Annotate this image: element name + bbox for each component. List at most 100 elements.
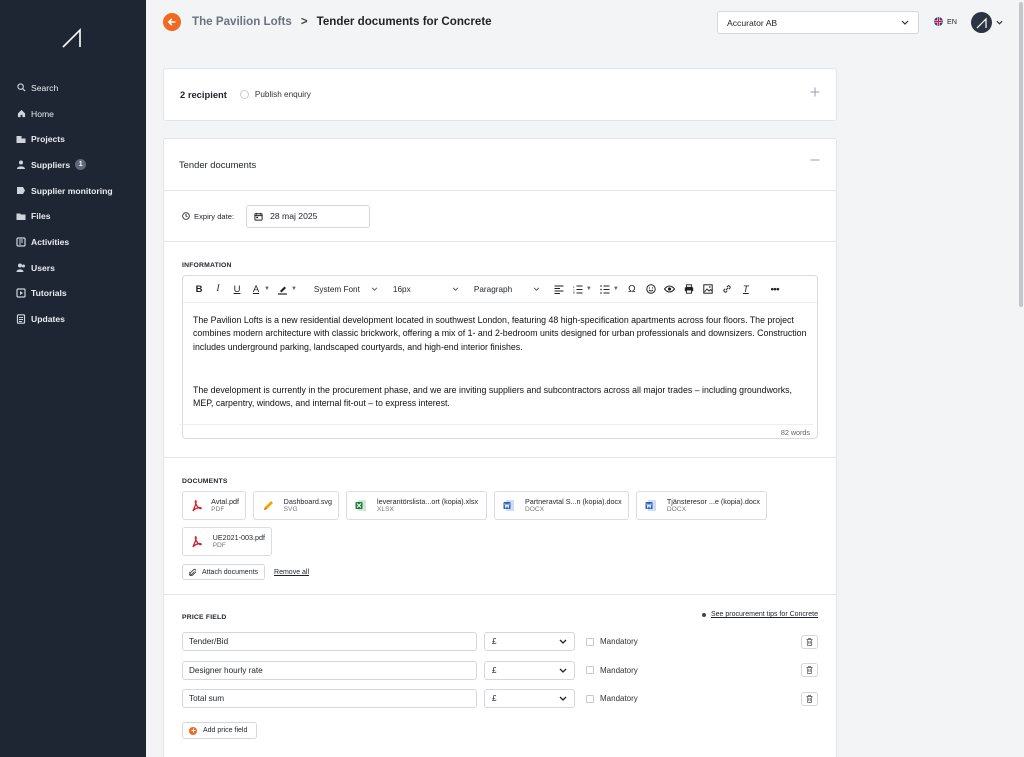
information-section: INFORMATION B I U A ▼ ▼ System Font 16px <box>164 242 836 458</box>
logo-icon[interactable] <box>62 28 84 48</box>
remove-all-link[interactable]: Remove all <box>274 569 309 576</box>
chevron-down-icon[interactable]: ▼ <box>291 286 297 292</box>
document-type: PDF <box>212 541 226 549</box>
clear-formatting-icon[interactable]: T <box>738 281 754 297</box>
font-family-select[interactable]: System Font <box>310 281 382 297</box>
mandatory-toggle[interactable]: Mandatory <box>586 666 638 675</box>
sidebar-item-updates[interactable]: Updates <box>16 306 142 332</box>
mandatory-toggle[interactable]: Mandatory <box>586 694 638 703</box>
editor-content[interactable]: The Pavilion Lofts is a new residential … <box>183 303 817 410</box>
sidebar-item-search[interactable]: Search <box>16 75 142 101</box>
document-item[interactable]: Partneravtal S...n (kopia).docx DOCX <box>494 491 629 520</box>
sidebar-item-label: Projects <box>31 134 65 145</box>
image-icon[interactable] <box>700 281 716 297</box>
currency-value: £ <box>492 665 497 675</box>
align-left-icon[interactable] <box>551 281 567 297</box>
documents-section: DOCUMENTS Avtal.pdf PDF Dashboard.svg SVG … <box>164 458 836 595</box>
preview-eye-icon[interactable] <box>662 281 678 297</box>
attach-documents-button[interactable]: Attach documents <box>182 564 266 580</box>
clock-icon <box>182 212 190 220</box>
price-field-name-input[interactable]: Tender/Bid <box>182 632 477 651</box>
scrollbar[interactable] <box>1018 0 1024 757</box>
print-icon[interactable] <box>681 281 697 297</box>
document-item[interactable]: Avtal.pdf PDF <box>182 491 246 520</box>
uk-flag-icon <box>934 17 943 26</box>
tender-documents-card: Tender documents Expiry date: 28 maj 202… <box>163 138 837 757</box>
sidebar-item-tutorials[interactable]: Tutorials <box>16 281 142 307</box>
block-format-select[interactable]: Paragraph <box>470 281 544 297</box>
price-field-name-input[interactable]: Total sum <box>182 689 477 708</box>
mandatory-checkbox[interactable] <box>586 666 594 674</box>
sidebar-item-projects[interactable]: Projects <box>16 126 142 152</box>
sidebar-item-label: Home <box>31 108 54 119</box>
document-actions: Attach documents Remove all <box>182 564 818 580</box>
procurement-tips-link[interactable]: See procurement tips for Concrete <box>702 611 818 618</box>
recipient-count[interactable]: 2 recipient <box>180 89 227 100</box>
rich-text-editor[interactable]: B I U A ▼ ▼ System Font 16px Paragraph 1… <box>179 275 818 439</box>
document-item[interactable]: leverantörslista...ort (kopia).xlsx XLSX <box>346 491 487 520</box>
price-field-list: Tender/Bid £ Mandatory Designer hourly r… <box>182 632 818 708</box>
mandatory-toggle[interactable]: Mandatory <box>586 637 638 646</box>
delete-price-field-button[interactable] <box>801 634 818 649</box>
sidebar-item-label: Suppliers <box>31 159 71 170</box>
emoji-icon[interactable] <box>643 281 659 297</box>
mandatory-checkbox[interactable] <box>586 637 594 646</box>
currency-select[interactable]: £ <box>484 660 575 680</box>
language-switcher[interactable]: EN <box>934 17 957 26</box>
breadcrumb-parent[interactable]: The Pavilion Lofts <box>192 15 292 28</box>
page-title: Tender documents for Concrete <box>316 15 492 28</box>
link-icon[interactable] <box>719 281 735 297</box>
collapse-icon[interactable] <box>810 159 820 161</box>
documents-list: Avtal.pdf PDF Dashboard.svg SVG leverantör… <box>182 491 782 556</box>
price-field-name-input[interactable]: Designer hourly rate <box>182 660 477 680</box>
price-field-name: Designer hourly rate <box>189 665 263 675</box>
sidebar-item-supplier-monitoring[interactable]: Supplier monitoring <box>16 178 142 204</box>
section-title: Tender documents <box>179 159 257 170</box>
underline-icon[interactable]: U <box>229 281 245 297</box>
font-size-select[interactable]: 16px <box>389 281 463 297</box>
document-item[interactable]: UE2021-003.pdf PDF <box>182 527 272 556</box>
more-icon[interactable]: ••• <box>767 281 783 297</box>
monitoring-icon <box>16 186 26 196</box>
document-item[interactable]: Dashboard.svg SVG <box>253 491 339 520</box>
sidebar-item-activities[interactable]: Activities <box>16 229 142 255</box>
text-color-icon[interactable]: A <box>248 281 264 297</box>
add-price-field-label: Add price field <box>203 727 248 734</box>
chevron-down-icon <box>533 287 540 291</box>
sidebar-item-suppliers[interactable]: Suppliers 1 <box>16 152 142 178</box>
highlight-icon[interactable] <box>275 281 291 297</box>
company-select[interactable]: Accurator AB <box>717 11 919 34</box>
special-character-icon[interactable]: Ω <box>624 281 640 297</box>
chevron-down-icon[interactable]: ▼ <box>264 286 270 292</box>
document-type: DOCX <box>666 505 686 513</box>
delete-price-field-button[interactable] <box>801 691 818 706</box>
word-file-icon <box>503 499 517 512</box>
scrollbar-thumb[interactable] <box>1019 2 1023 307</box>
user-menu[interactable] <box>971 12 1003 33</box>
sidebar-item-label: Supplier monitoring <box>31 185 113 196</box>
sidebar-item-users[interactable]: Users <box>16 255 142 281</box>
currency-select[interactable]: £ <box>484 689 575 708</box>
bullet-list-icon[interactable] <box>597 281 613 297</box>
expiry-date-input[interactable]: 28 maj 2025 <box>246 204 371 228</box>
sidebar-item-files[interactable]: Files <box>16 203 142 229</box>
numbered-list-icon[interactable]: 123 <box>570 281 586 297</box>
document-item[interactable]: Tjänsteresor ...e (kopia).docx DOCX <box>636 491 767 520</box>
bold-icon[interactable]: B <box>191 281 207 297</box>
sidebar-nav: Search Home Projects Suppliers 1 Supplie… <box>16 75 142 332</box>
chevron-down-icon[interactable]: ▼ <box>613 286 619 292</box>
mandatory-checkbox[interactable] <box>586 694 594 703</box>
italic-icon[interactable]: I <box>210 281 226 297</box>
sidebar-item-home[interactable]: Home <box>16 101 142 127</box>
trash-icon <box>806 637 813 646</box>
publish-enquiry-checkbox[interactable] <box>239 90 249 99</box>
chevron-down-icon[interactable]: ▼ <box>586 286 592 292</box>
delete-price-field-button[interactable] <box>801 663 818 677</box>
document-name: Tjänsteresor ...e (kopia).docx <box>666 496 760 506</box>
tender-documents-header[interactable]: Tender documents <box>164 139 836 191</box>
add-price-field-button[interactable]: Add price field <box>182 722 257 739</box>
currency-select[interactable]: £ <box>484 632 575 651</box>
back-button[interactable] <box>163 13 181 31</box>
expand-icon[interactable] <box>810 87 820 97</box>
users-icon <box>16 263 26 273</box>
